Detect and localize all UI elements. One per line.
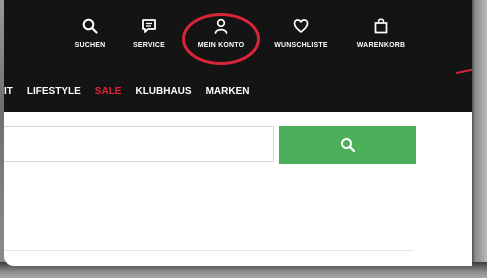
nav-item-klubhaus[interactable]: KLUBHAUS — [135, 86, 191, 97]
search-link[interactable]: SUCHEN — [68, 18, 112, 70]
site-header: SUCHEN SERVICE MEIN KONTO WUNSCHLISTE WA… — [4, 0, 472, 112]
chat-icon — [142, 19, 156, 33]
monitor-bezel-right — [470, 0, 487, 278]
cart-link-label: WARENKORB — [356, 42, 406, 49]
service-link[interactable]: SERVICE — [128, 18, 170, 70]
search-icon — [82, 18, 98, 34]
wishlist-link[interactable]: WUNSCHLISTE — [266, 18, 336, 70]
cart-link[interactable]: WARENKORB — [350, 18, 412, 70]
search-icon — [340, 138, 355, 153]
search-submit-button[interactable] — [279, 126, 416, 164]
bag-icon — [374, 18, 388, 34]
search-link-label: SUCHEN — [74, 42, 106, 49]
nav-item-lifestyle[interactable]: LIFESTYLE — [27, 86, 81, 97]
service-link-label: SERVICE — [132, 42, 165, 49]
annotation-mark — [456, 67, 472, 75]
content-divider — [4, 250, 414, 251]
nav-item-sale[interactable]: SALE — [95, 86, 122, 97]
search-input[interactable] — [4, 126, 274, 162]
my-account-link[interactable]: MEIN KONTO — [190, 18, 252, 70]
nav-item-marken[interactable]: MARKEN — [206, 86, 250, 97]
utility-navigation: SUCHEN SERVICE MEIN KONTO WUNSCHLISTE WA… — [4, 0, 472, 75]
browser-viewport: SUCHEN SERVICE MEIN KONTO WUNSCHLISTE WA… — [4, 0, 472, 266]
heart-icon — [293, 19, 309, 33]
wishlist-link-label: WUNSCHLISTE — [274, 42, 328, 49]
user-icon — [214, 18, 228, 34]
main-navigation: IT LIFESTYLE SALE KLUBHAUS MARKEN — [4, 82, 263, 100]
my-account-link-label: MEIN KONTO — [197, 42, 245, 49]
search-bar — [4, 126, 472, 166]
nav-item-truncated[interactable]: IT — [4, 86, 13, 97]
